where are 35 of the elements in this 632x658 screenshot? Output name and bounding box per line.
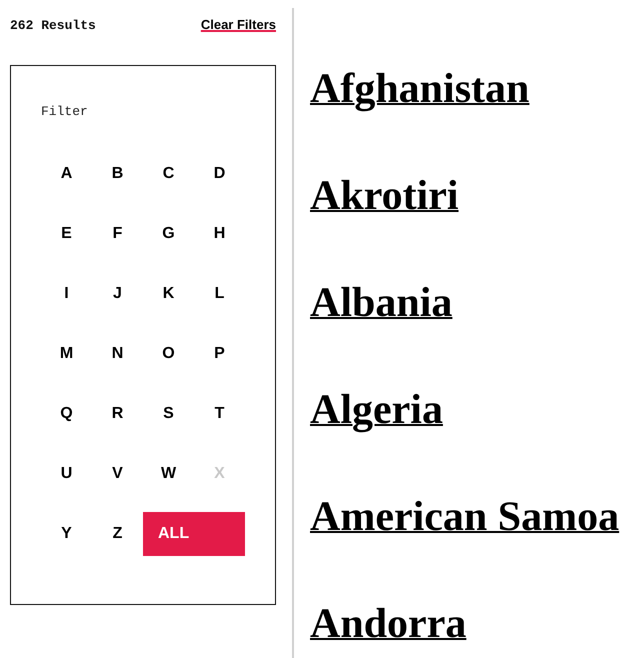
country-link[interactable]: Afghanistan [310, 62, 530, 116]
letter-filter-button[interactable]: C [156, 152, 180, 196]
letter-filter-button[interactable]: Z [106, 512, 128, 556]
letter-filter-button[interactable]: Q [54, 392, 79, 436]
letter-filter-button[interactable]: G [156, 212, 181, 256]
country-link[interactable]: Akrotiri [310, 169, 459, 223]
letter-filter-button[interactable]: F [106, 212, 128, 256]
letter-filter-button[interactable]: M [54, 332, 80, 376]
letter-filter-button[interactable]: U [54, 452, 78, 496]
letter-filter-button[interactable]: E [55, 212, 78, 256]
filter-title: Filter [41, 104, 89, 119]
letter-filter-button[interactable]: K [156, 272, 180, 316]
letter-filter-button[interactable]: Y [55, 512, 78, 556]
country-link[interactable]: Albania [310, 276, 452, 330]
letter-filter-button[interactable]: B [106, 152, 130, 196]
letter-filter-button[interactable]: O [156, 332, 181, 376]
country-link[interactable]: American Samoa [310, 490, 620, 544]
letter-filter-button[interactable]: N [106, 332, 130, 376]
clear-filters-link[interactable]: Clear Filters [200, 17, 276, 32]
letter-filter-button[interactable]: J [107, 272, 128, 316]
letter-filter-button[interactable]: L [208, 272, 230, 316]
country-link[interactable]: Algeria [310, 383, 443, 437]
letter-filter-button[interactable]: ALL [143, 512, 245, 556]
letter-filter-button[interactable]: S [157, 392, 180, 436]
letter-filter-button[interactable]: W [154, 452, 182, 496]
letter-filter-button[interactable]: T [208, 392, 230, 436]
letter-filter-button[interactable]: V [106, 452, 129, 496]
letter-filter-button[interactable]: R [106, 392, 130, 436]
letter-filter-button[interactable]: D [208, 152, 232, 196]
results-count: 262 Results [10, 18, 96, 33]
letter-filter-button[interactable]: H [208, 212, 232, 256]
letter-filter-button[interactable]: P [208, 332, 231, 376]
letter-filter-button[interactable]: I [58, 272, 75, 316]
letter-filter-button[interactable]: A [54, 152, 78, 196]
country-link[interactable]: Andorra [310, 597, 466, 651]
